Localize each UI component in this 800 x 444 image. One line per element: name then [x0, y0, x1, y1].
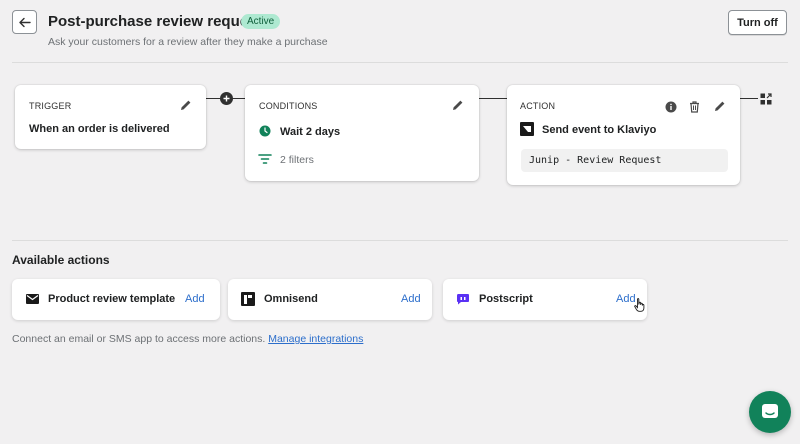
page-title: Post-purchase review request — [48, 13, 262, 30]
delete-action-button[interactable] — [688, 100, 701, 113]
omnisend-icon — [241, 292, 255, 306]
trigger-label: TRIGGER — [29, 101, 72, 111]
available-actions-title: Available actions — [12, 253, 110, 267]
action-card[interactable]: ACTION Send event to Klaviyo Junip - Rev… — [507, 85, 740, 185]
chat-icon — [762, 404, 778, 418]
arrow-left-icon — [19, 17, 31, 27]
info-button[interactable] — [664, 100, 677, 113]
info-icon — [665, 101, 676, 112]
conditions-card[interactable]: CONDITIONS Wait 2 days 2 filters — [245, 85, 479, 181]
edit-action-button[interactable] — [713, 99, 727, 113]
footer-text: Connect an email or SMS app to access mo… — [12, 333, 363, 345]
action-name: Omnisend — [264, 293, 318, 305]
available-action-card[interactable]: Product review template Add — [12, 279, 220, 320]
section-divider — [12, 240, 788, 241]
available-action-card[interactable]: Omnisend Add — [228, 279, 432, 320]
back-button[interactable] — [12, 10, 37, 34]
status-badge: Active — [241, 14, 281, 29]
add-button[interactable]: Add — [185, 293, 205, 305]
header-divider — [12, 62, 788, 63]
filters-text: 2 filters — [280, 154, 314, 166]
filter-icon — [258, 153, 272, 165]
action-name: Postscript — [479, 293, 533, 305]
klaviyo-icon — [520, 122, 534, 136]
trigger-text: When an order is delivered — [29, 123, 170, 135]
connector-line — [740, 98, 758, 99]
clock-icon — [259, 125, 271, 137]
add-step-button[interactable] — [220, 92, 233, 105]
conditions-label: CONDITIONS — [259, 101, 318, 111]
action-text: Send event to Klaviyo — [542, 124, 657, 136]
action-label: ACTION — [520, 101, 556, 111]
edit-trigger-button[interactable] — [179, 98, 193, 112]
hand-cursor-icon — [633, 297, 645, 312]
pencil-icon — [715, 101, 725, 111]
chat-button[interactable] — [749, 391, 791, 433]
page-subtitle: Ask your customers for a review after th… — [48, 36, 328, 48]
pencil-icon — [453, 100, 463, 110]
available-action-card[interactable]: Postscript Add — [443, 279, 647, 320]
action-name: Product review template — [48, 293, 176, 305]
add-button[interactable]: Add — [401, 293, 421, 305]
manage-integrations-link[interactable]: Manage integrations — [268, 333, 363, 345]
connector-line — [479, 98, 507, 99]
pencil-icon — [181, 100, 191, 110]
turn-off-button[interactable]: Turn off — [728, 10, 787, 35]
trash-icon — [690, 100, 699, 113]
wait-text: Wait 2 days — [280, 126, 341, 138]
action-code: Junip - Review Request — [521, 149, 728, 172]
edit-conditions-button[interactable] — [451, 98, 465, 112]
trigger-card[interactable]: TRIGGER When an order is delivered — [15, 85, 206, 149]
expand-button[interactable] — [760, 92, 772, 110]
mail-icon — [26, 294, 39, 304]
expand-icon — [760, 93, 772, 105]
footer-message: Connect an email or SMS app to access mo… — [12, 333, 266, 345]
postscript-icon — [456, 293, 470, 305]
plus-icon — [223, 95, 230, 102]
